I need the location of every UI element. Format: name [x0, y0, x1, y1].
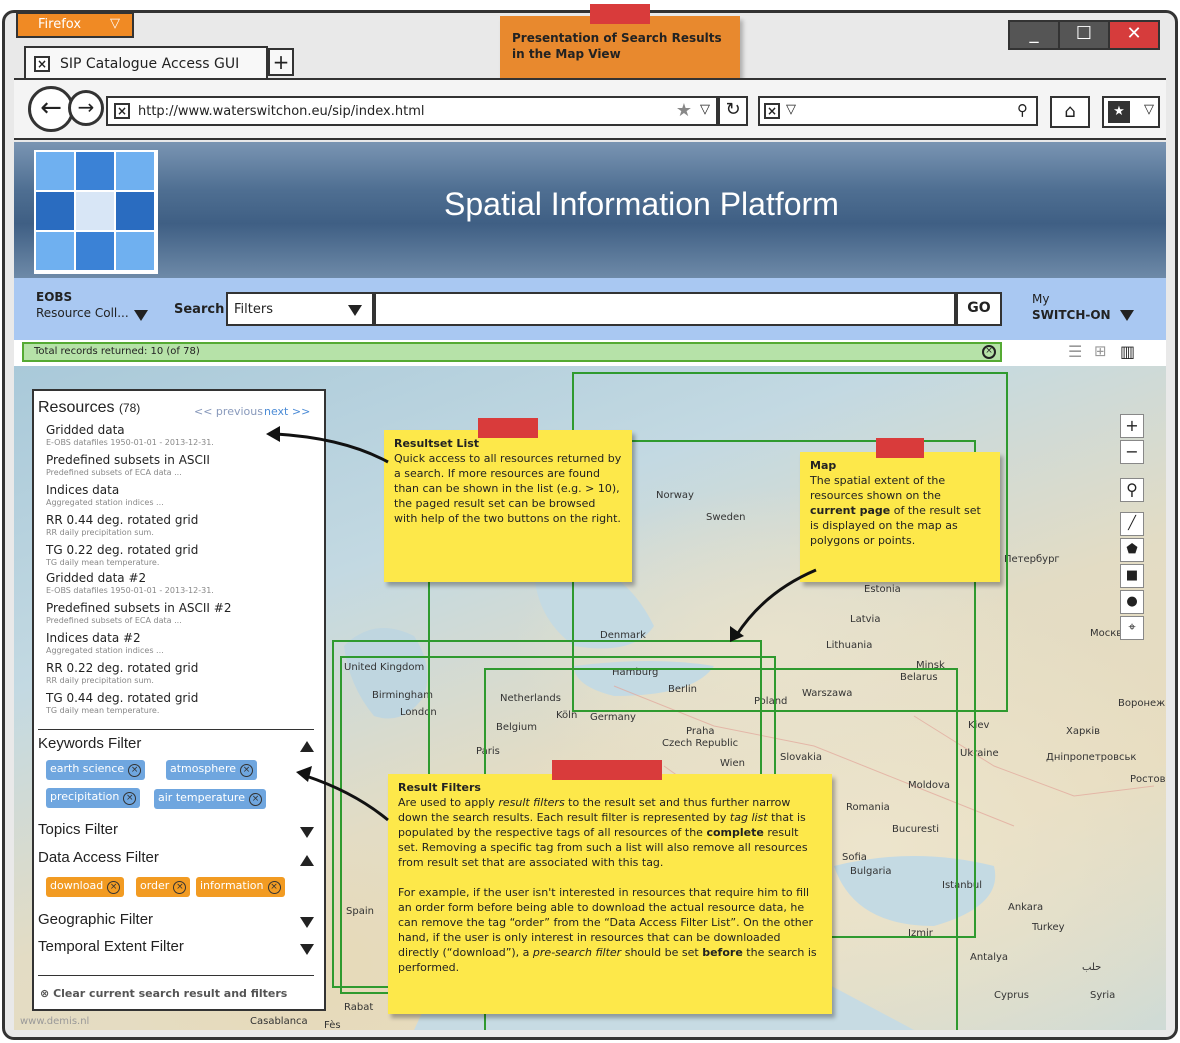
- search-icon[interactable]: ⚲: [1017, 101, 1028, 119]
- search-engine-icon: ×: [764, 103, 780, 119]
- home-icon[interactable]: ⌂: [1050, 96, 1090, 128]
- new-tab-button[interactable]: +: [268, 48, 294, 76]
- maximize-icon[interactable]: ☐: [1058, 20, 1110, 50]
- chevron-down-icon: ▽: [1144, 102, 1154, 117]
- bookmark-star-icon: ★: [1108, 101, 1130, 123]
- arrow-to-map: [734, 568, 817, 637]
- url-text: http://www.waterswitchon.eu/sip/index.ht…: [138, 104, 425, 119]
- forward-arrow-icon[interactable]: →: [68, 90, 104, 126]
- window-controls: _ ☐ ✕: [1008, 20, 1170, 50]
- url-bar[interactable]: × http://www.waterswitchon.eu/sip/index.…: [106, 96, 718, 126]
- favicon-icon: ×: [34, 56, 50, 72]
- annotation-text: Presentation of Search Results in the Ma…: [512, 31, 722, 61]
- close-icon[interactable]: ✕: [1108, 20, 1160, 50]
- site-identity-icon: ×: [114, 103, 130, 119]
- firefox-menu-button[interactable]: Firefox ▽: [16, 12, 134, 38]
- chevron-down-icon: ▽: [110, 16, 120, 31]
- web-search-input[interactable]: × ▽ ⚲: [758, 96, 1038, 126]
- annotation-arrows: [266, 426, 817, 822]
- web-page: Spatial Information Platform EOBS Resour…: [14, 142, 1166, 1030]
- arrow-to-filters: [305, 774, 389, 822]
- chevron-down-icon[interactable]: ▽: [700, 102, 710, 117]
- bookmarks-button[interactable]: ★ ▽: [1102, 96, 1160, 128]
- chevron-down-icon[interactable]: ▽: [786, 102, 796, 117]
- minimize-icon[interactable]: _: [1008, 20, 1060, 50]
- firefox-label: Firefox: [38, 17, 82, 32]
- browser-tab[interactable]: × SIP Catalogue Access GUI: [24, 46, 268, 80]
- annotation-note-top: Presentation of Search Results in the Ma…: [500, 16, 740, 86]
- star-icon[interactable]: ★: [676, 100, 692, 121]
- reload-icon[interactable]: ↻: [718, 96, 748, 126]
- tape-decoration: [590, 4, 650, 24]
- tab-title: SIP Catalogue Access GUI: [60, 56, 240, 72]
- arrow-to-resultset: [275, 432, 389, 464]
